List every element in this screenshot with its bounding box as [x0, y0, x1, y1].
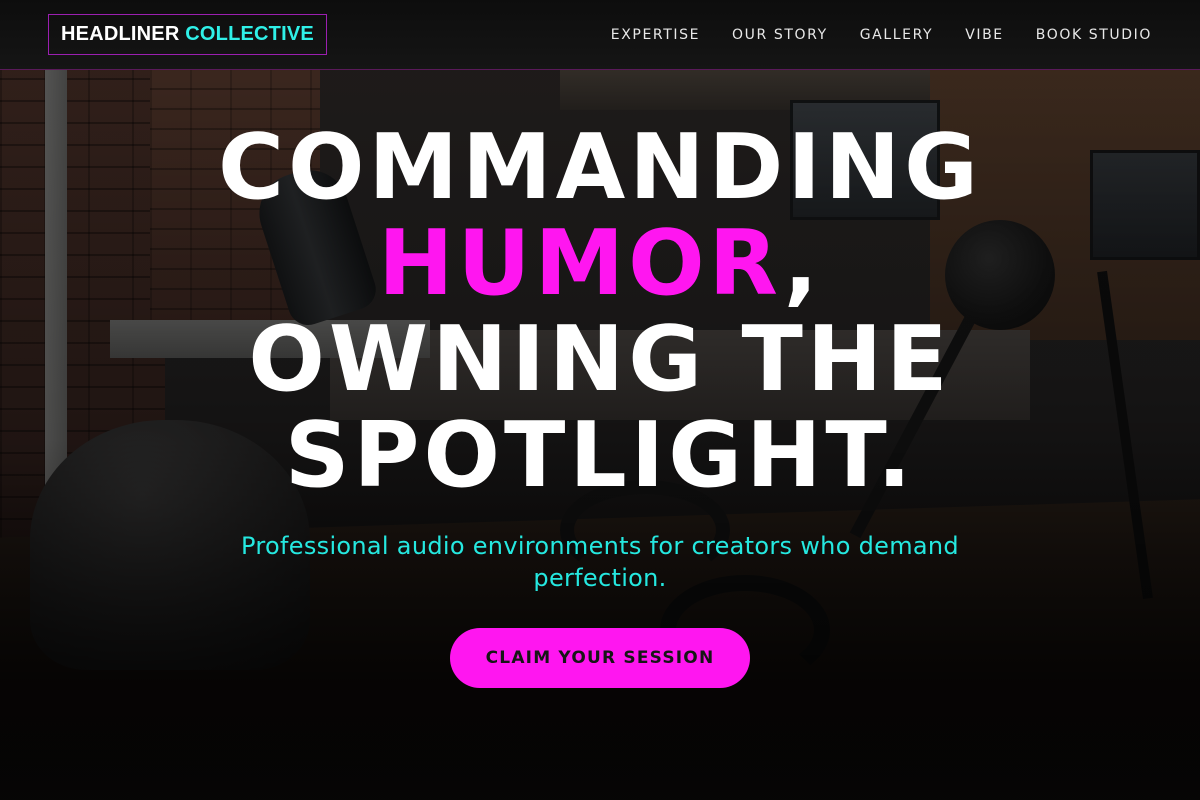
site-logo[interactable]: HEADLINER COLLECTIVE: [48, 14, 327, 55]
nav-link-vibe[interactable]: VIBE: [965, 27, 1004, 43]
nav-link-book-studio[interactable]: BOOK STUDIO: [1036, 27, 1152, 43]
headline-line-1: COMMANDING: [217, 115, 983, 220]
nav-link-expertise[interactable]: EXPERTISE: [611, 27, 700, 43]
logo-word-headliner: HEADLINER: [61, 23, 180, 45]
hero-tagline: Professional audio environments for crea…: [241, 532, 959, 592]
headline-line-3: OWNING THE: [248, 307, 952, 412]
nav-link-our-story[interactable]: OUR STORY: [732, 27, 828, 43]
nav-link-gallery[interactable]: GALLERY: [860, 27, 933, 43]
claim-session-button[interactable]: CLAIM YOUR SESSION: [450, 628, 750, 688]
headline-comma: ,: [783, 211, 822, 316]
hero-section: COMMANDING HUMOR, OWNING THE SPOTLIGHT. …: [0, 0, 1200, 800]
nav-links: EXPERTISE OUR STORY GALLERY VIBE BOOK ST…: [611, 27, 1152, 43]
headline-accent-word: HUMOR: [378, 211, 784, 316]
top-navigation: HEADLINER COLLECTIVE EXPERTISE OUR STORY…: [0, 0, 1200, 70]
headline-line-4: SPOTLIGHT.: [284, 403, 916, 508]
hero-headline: COMMANDING HUMOR, OWNING THE SPOTLIGHT.: [0, 120, 1200, 504]
hero-content: COMMANDING HUMOR, OWNING THE SPOTLIGHT. …: [0, 120, 1200, 688]
logo-word-collective: COLLECTIVE: [185, 23, 314, 45]
